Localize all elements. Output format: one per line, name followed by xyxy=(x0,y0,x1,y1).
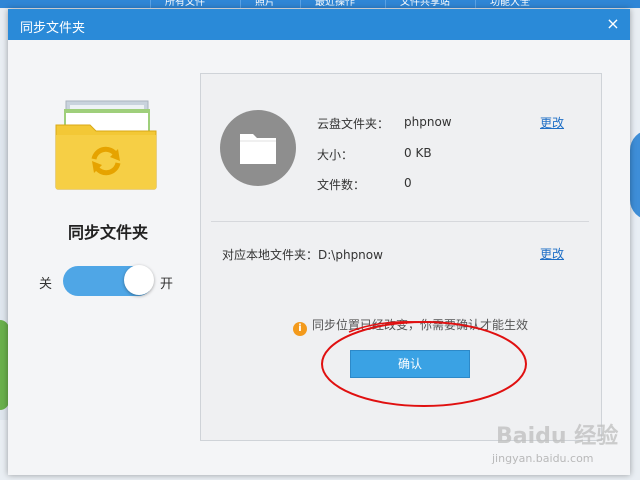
close-icon[interactable]: × xyxy=(604,15,622,33)
toggle-on-label: 开 xyxy=(160,277,174,292)
sync-folder-icon xyxy=(55,100,157,190)
dialog-titlebar: 同步文件夹 × xyxy=(8,9,630,40)
cloud-folder-value: phpnow xyxy=(404,115,452,129)
cloud-folder-label: 云盘文件夹： xyxy=(317,117,390,131)
change-local-folder-link[interactable]: 更改 xyxy=(540,245,564,262)
bg-tab-features: 功能大全 xyxy=(475,0,544,8)
left-title: 同步文件夹 xyxy=(67,223,148,242)
file-count-label: 文件数： xyxy=(317,178,366,192)
bg-tab-share: 文件共享站 xyxy=(385,0,464,8)
toggle-off-label: 关 xyxy=(39,277,53,292)
folder-icon xyxy=(220,110,296,186)
change-cloud-folder-link[interactable]: 更改 xyxy=(540,114,564,131)
bg-tab-all-files: 所有文件 xyxy=(150,0,219,8)
annotation-ellipse xyxy=(321,320,527,407)
background-toolbar: 所有文件 照片 最近操作 文件共享站 功能大全 xyxy=(0,0,640,8)
panel-divider xyxy=(211,221,589,222)
size-label: 大小： xyxy=(317,148,354,162)
local-folder-value: D:\phpnow xyxy=(318,248,383,262)
file-count-value: 0 xyxy=(404,176,412,190)
local-folder-label: 对应本地文件夹： xyxy=(222,248,319,262)
sync-toggle[interactable] xyxy=(63,265,154,296)
background-right-blue-icon xyxy=(630,130,640,220)
watermark-logo: Baidu 经验 xyxy=(496,424,619,449)
local-folder-row: 对应本地文件夹：D:\phpnow xyxy=(222,246,383,263)
info-icon: i xyxy=(293,322,307,336)
toggle-knob[interactable] xyxy=(124,265,154,295)
dialog-title: 同步文件夹 xyxy=(20,21,86,36)
watermark-url: jingyan.baidu.com xyxy=(492,452,594,465)
size-value: 0 KB xyxy=(404,146,432,160)
bg-tab-photos: 照片 xyxy=(240,0,289,8)
bg-tab-recent: 最近操作 xyxy=(300,0,369,8)
